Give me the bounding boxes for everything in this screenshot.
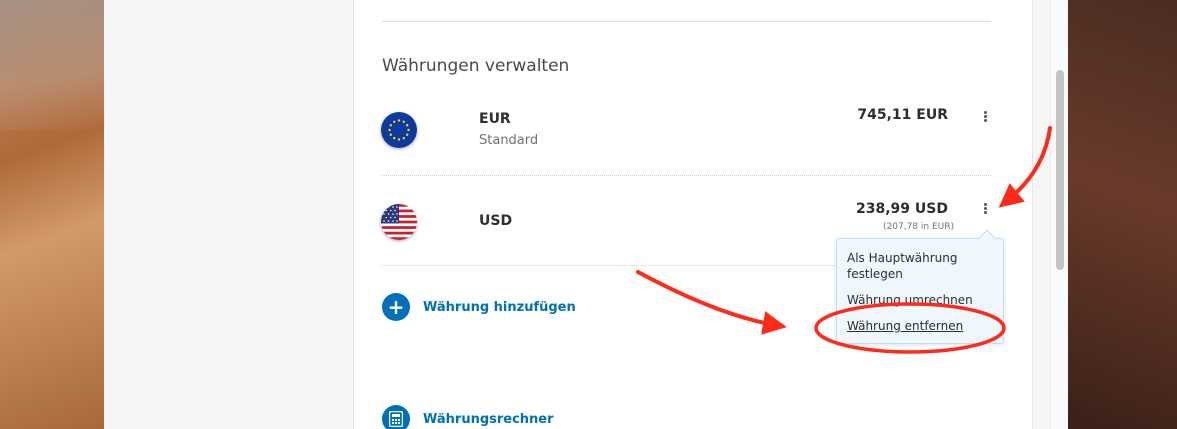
currency-converter-label: Währungsrechner [423, 411, 554, 427]
eu-flag-icon [381, 112, 417, 148]
currency-panel: Währungen verwalten EUR Standard 745,11 … [353, 0, 1033, 429]
more-options-icon[interactable] [981, 111, 989, 123]
calculator-icon [382, 405, 410, 429]
currency-converted-balance: (207,78 in EUR) [883, 222, 954, 232]
desktop-wallpaper-left [0, 0, 104, 429]
us-flag-icon [381, 204, 417, 240]
currency-default-label: Standard [479, 133, 539, 148]
menu-caret [978, 229, 996, 247]
add-currency-button[interactable]: + Währung hinzufügen [382, 293, 576, 321]
plus-circle-icon: + [382, 293, 410, 321]
currency-balance: 745,11 EUR [857, 107, 948, 123]
currency-converter-button[interactable]: Währungsrechner [382, 405, 554, 429]
scrollbar-thumb[interactable] [1056, 70, 1064, 270]
menu-item-remove[interactable]: Währung entfernen [847, 318, 963, 334]
menu-item-set-primary[interactable]: Als Hauptwährung festlegen [847, 250, 957, 282]
currency-options-menu: Als Hauptwährung festlegen Währung umrec… [836, 229, 1004, 344]
browser-window: Währungen verwalten EUR Standard 745,11 … [104, 0, 1068, 429]
row-divider [382, 175, 991, 176]
section-title: Währungen verwalten [382, 56, 570, 76]
more-options-icon[interactable] [981, 203, 989, 215]
currency-code: EUR [479, 111, 511, 127]
desktop-wallpaper-right [1068, 0, 1177, 429]
currency-code: USD [479, 213, 513, 229]
scrollbar[interactable] [1050, 0, 1068, 429]
divider [382, 21, 991, 22]
menu-item-label: Als Hauptwährung [847, 251, 958, 265]
currency-balance: 238,99 USD [856, 201, 948, 217]
menu-item-convert[interactable]: Währung umrechnen [847, 292, 973, 308]
add-currency-label: Währung hinzufügen [423, 299, 576, 315]
menu-item-label: festlegen [847, 267, 903, 281]
